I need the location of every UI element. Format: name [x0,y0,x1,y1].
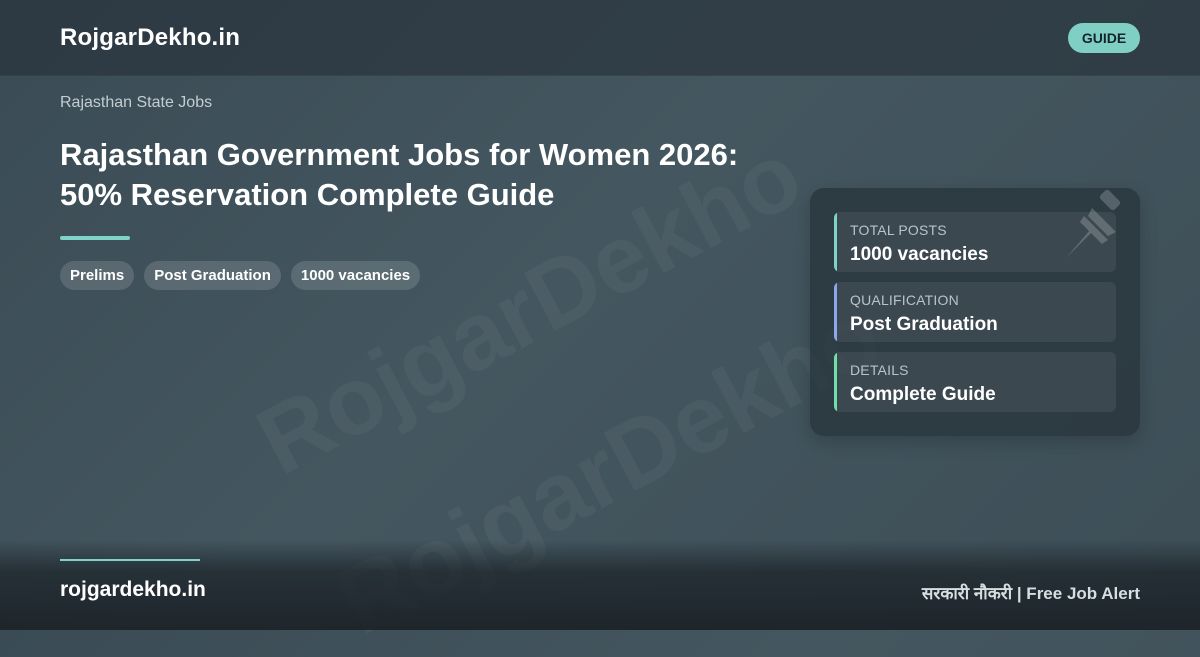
top-bar: RojgarDekho.in GUIDE [0,0,1200,76]
category-label: Rajasthan State Jobs [60,94,213,111]
info-item-qualification: QUALIFICATION Post Graduation [834,282,1116,342]
title-underline [60,236,130,240]
guide-badge: GUIDE [1068,23,1140,53]
tag-chip: 1000 vacancies [290,261,421,290]
accent-bar [834,282,837,342]
accent-bar [834,212,837,272]
tag-chip: Post Graduation [144,261,281,290]
info-item-total-posts: TOTAL POSTS 1000 vacancies [834,212,1116,272]
tag-list: Prelims Post Graduation 1000 vacancies [60,261,421,290]
footer-divider [60,559,200,561]
info-label: QUALIFICATION [850,292,959,308]
tag-chip: Prelims [60,261,135,290]
info-value: 1000 vacancies [850,244,989,265]
accent-bar [834,352,837,412]
footer-site-link[interactable]: rojgardekho.in [60,578,206,602]
info-label: DETAILS [850,362,909,378]
title-line-1: Rajasthan Government Jobs for Women 2026… [60,137,739,172]
footer-tagline: सरकारी नौकरी | Free Job Alert [921,584,1140,603]
info-label: TOTAL POSTS [850,222,947,238]
page-title: Rajasthan Government Jobs for Women 2026… [60,135,790,215]
info-value: Complete Guide [850,384,996,405]
info-value: Post Graduation [850,314,998,335]
info-item-details: DETAILS Complete Guide [834,352,1116,412]
brand-logo[interactable]: RojgarDekho.in [60,24,240,52]
title-line-2: 50% Reservation Complete Guide [60,177,555,212]
